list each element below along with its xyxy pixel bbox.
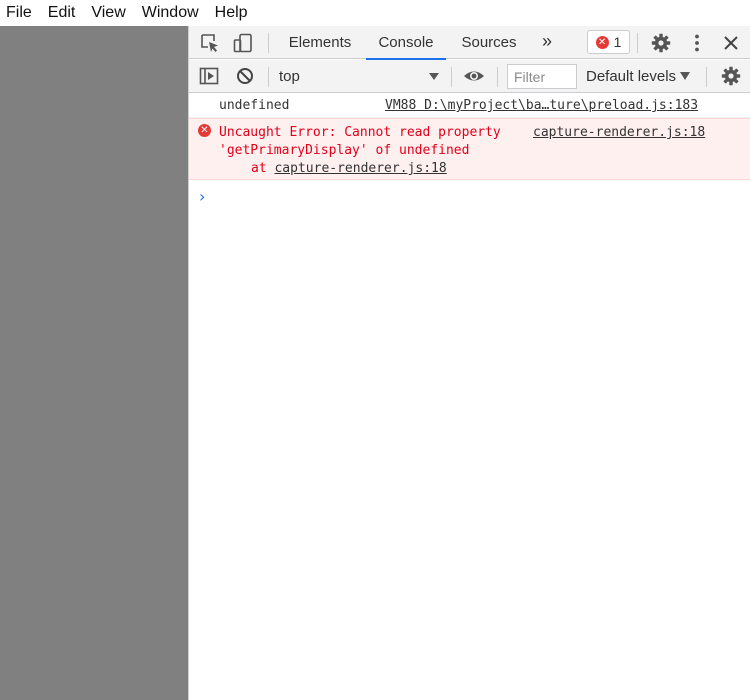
context-selector[interactable]: top xyxy=(279,60,300,93)
menu-view[interactable]: View xyxy=(91,0,125,26)
stack-at-prefix: at xyxy=(251,161,275,176)
close-icon[interactable] xyxy=(720,32,742,54)
error-text-line1: Uncaught Error: Cannot read property xyxy=(219,125,501,140)
console-error-message: ✕ Uncaught Error: Cannot read property c… xyxy=(189,118,750,180)
app-menubar: File Edit View Window Help xyxy=(0,0,750,26)
error-text-line2: 'getPrimaryDisplay' of undefined xyxy=(219,143,470,158)
chevron-down-icon[interactable] xyxy=(429,73,439,80)
tab-elements[interactable]: Elements xyxy=(279,26,361,59)
log-levels-dropdown[interactable]: Default levels xyxy=(586,60,676,93)
console-log-message: undefined VM88 D:\myProject\ba…ture\prel… xyxy=(189,94,750,118)
console-toolbar: top Default levels xyxy=(189,60,750,93)
more-tabs-button[interactable]: » xyxy=(537,26,557,59)
toolbar-divider-2 xyxy=(451,67,452,87)
more-options-icon[interactable] xyxy=(686,32,708,54)
menu-edit[interactable]: Edit xyxy=(48,0,76,26)
levels-chevron-down-icon[interactable] xyxy=(680,72,690,80)
menu-file[interactable]: File xyxy=(6,0,32,26)
error-icon: ✕ xyxy=(198,124,211,137)
tabbar-divider-2 xyxy=(637,33,638,53)
app-content-area xyxy=(0,26,188,700)
error-icon: ✕ xyxy=(595,35,609,49)
console-messages: undefined VM88 D:\myProject\ba…ture\prel… xyxy=(189,94,750,206)
error-source-link[interactable]: capture-renderer.js:18 xyxy=(533,125,705,140)
toolbar-divider-3 xyxy=(497,67,498,87)
inspect-element-icon[interactable] xyxy=(199,32,221,54)
stack-source-link[interactable]: capture-renderer.js:18 xyxy=(274,161,446,176)
tab-sources[interactable]: Sources xyxy=(453,26,525,59)
error-count-badge[interactable]: ✕ 1 xyxy=(587,30,630,54)
device-toolbar-icon[interactable] xyxy=(232,32,254,54)
devtools-tabbar: Elements Console Sources » ✕ 1 xyxy=(189,26,750,60)
clear-console-icon[interactable] xyxy=(234,65,256,87)
error-count: 1 xyxy=(613,34,622,50)
settings-gear-icon[interactable] xyxy=(650,32,672,54)
devtools-panel: Elements Console Sources » ✕ 1 top Filte… xyxy=(188,26,750,700)
live-expression-eye-icon[interactable] xyxy=(463,65,485,87)
filter-input[interactable] xyxy=(507,64,577,89)
toolbar-divider-4 xyxy=(706,67,707,87)
menu-window[interactable]: Window xyxy=(142,0,199,26)
log-text: undefined xyxy=(219,98,290,113)
console-prompt-chevron-icon[interactable]: › xyxy=(199,187,205,206)
tabbar-divider xyxy=(268,33,269,53)
toolbar-divider xyxy=(268,67,269,87)
log-source-link[interactable]: VM88 D:\myProject\ba…ture\preload.js:183 xyxy=(385,98,698,113)
console-settings-gear-icon[interactable] xyxy=(720,65,742,87)
sidebar-toggle-icon[interactable] xyxy=(198,65,220,87)
error-stack-line: at capture-renderer.js:18 xyxy=(251,161,447,176)
tab-console[interactable]: Console xyxy=(366,26,446,60)
menu-help[interactable]: Help xyxy=(215,0,248,26)
